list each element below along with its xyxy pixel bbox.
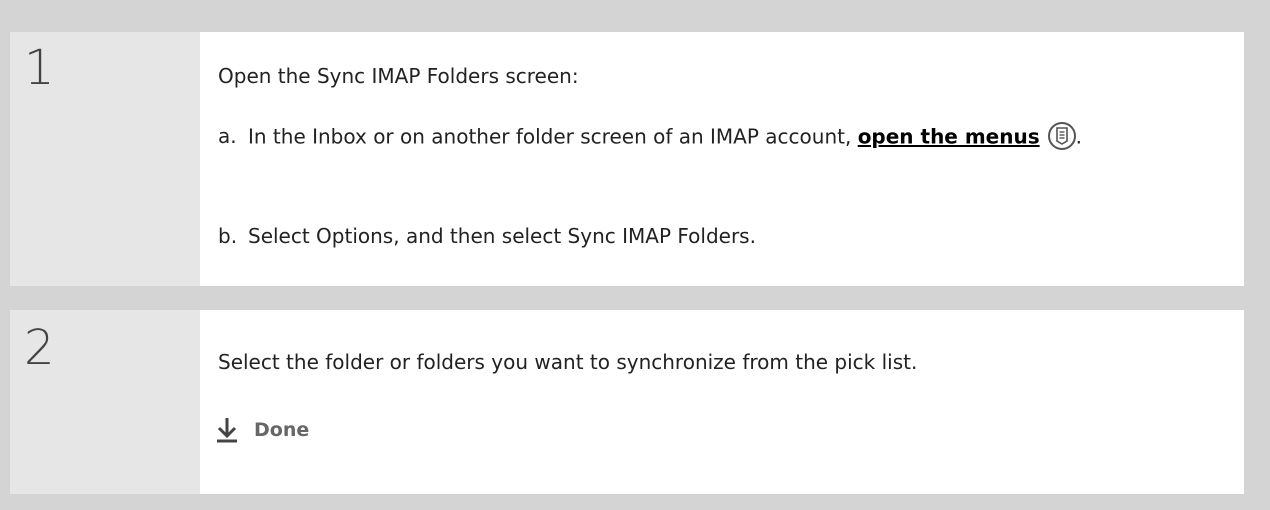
step-number: 1 — [24, 40, 55, 96]
step-number-column: 1 — [10, 32, 200, 286]
step-1: 1 Open the Sync IMAP Folders screen: a. … — [10, 32, 1244, 286]
step-2: 2 Select the folder or folders you want … — [10, 310, 1244, 494]
substep-b: b. Select Options, and then select Sync … — [218, 224, 1218, 248]
substep-text-before: In the Inbox or on another folder screen… — [248, 124, 858, 149]
done-indicator: Done — [216, 416, 309, 444]
menu-icon — [1047, 122, 1076, 150]
step-number-column: 2 — [10, 310, 200, 494]
substep-text-after: . — [1075, 124, 1082, 149]
step-number: 2 — [24, 320, 55, 376]
step-intro: Open the Sync IMAP Folders screen: — [218, 64, 579, 88]
substep-letter: b. — [218, 224, 238, 248]
substep-a: a. In the Inbox or on another folder scr… — [218, 122, 1218, 152]
step-text: Select the folder or folders you want to… — [218, 350, 918, 374]
done-label: Done — [254, 419, 310, 441]
substep-text: Select Options, and then select Sync IMA… — [248, 224, 756, 248]
step-content: Select the folder or folders you want to… — [200, 310, 1244, 494]
substep-letter: a. — [218, 124, 237, 148]
open-menus-link[interactable]: open the menus — [858, 125, 1040, 149]
step-content: Open the Sync IMAP Folders screen: a. In… — [200, 32, 1244, 286]
down-arrow-icon — [217, 418, 237, 443]
substep-text: In the Inbox or on another folder screen… — [248, 122, 1218, 152]
